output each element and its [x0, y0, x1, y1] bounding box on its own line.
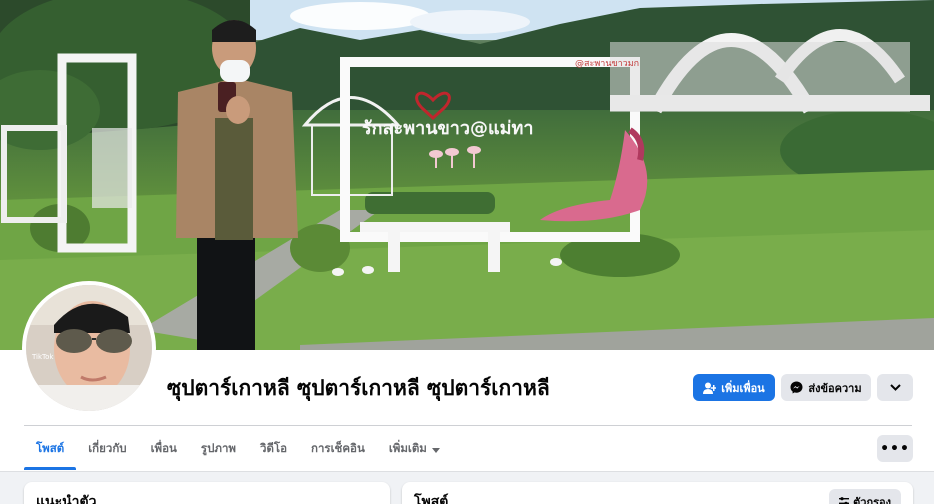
cover-scene: @สะพานขาวมก รักสะพานขาว@แม่ทา — [0, 0, 934, 350]
tab-more[interactable]: เพิ่มเติม — [377, 428, 452, 470]
tab-friends[interactable]: เพื่อน — [139, 428, 189, 470]
intro-title: แนะนำตัว — [36, 494, 97, 504]
tab-checkins[interactable]: การเช็คอิน — [299, 428, 377, 470]
posts-title: โพสต์ — [414, 494, 449, 504]
profile-page: @สะพานขาวมก รักสะพานขาว@แม่ทา TikTok ซุป… — [0, 0, 934, 504]
tab-videos[interactable]: วิดีโอ — [248, 428, 299, 470]
filter-button[interactable]: ตัวกรอง — [829, 489, 901, 504]
add-friend-button[interactable]: เพิ่มเพื่อน — [693, 374, 775, 401]
tab-posts[interactable]: โพสต์ — [24, 428, 77, 470]
caret-down-icon — [431, 442, 440, 456]
avatar[interactable]: TikTok — [22, 281, 156, 415]
profile-tabs: โพสต์ เกี่ยวกับ เพื่อน รูปภาพ วิดีโอ การ… — [24, 428, 452, 470]
cover-photo[interactable]: @สะพานขาวมก รักสะพานขาว@แม่ทา — [0, 0, 934, 350]
tab-label: การเช็คอิน — [311, 441, 365, 455]
avatar-image: TikTok — [26, 285, 152, 411]
cover-sign-main: รักสะพานขาว@แม่ทา — [362, 118, 533, 139]
tab-label: วิดีโอ — [260, 441, 288, 455]
messenger-icon — [790, 381, 803, 394]
intro-card: แนะนำตัว — [24, 482, 390, 504]
more-options-button[interactable]: ••• — [877, 435, 913, 462]
profile-name: ซุปตาร์เกาหลี ซุปตาร์เกาหลี ซุปตาร์เกาหล… — [167, 376, 550, 400]
message-button[interactable]: ส่งข้อความ — [781, 374, 871, 401]
avatar-tag: TikTok — [31, 353, 54, 361]
posts-card: โพสต์ ตัวกรอง — [402, 482, 913, 504]
add-friend-icon — [703, 382, 717, 394]
filter-label: ตัวกรอง — [853, 496, 891, 504]
message-label: ส่งข้อความ — [808, 381, 862, 395]
header-divider — [24, 425, 912, 426]
tab-photos[interactable]: รูปภาพ — [189, 428, 248, 470]
cover-sign-small: @สะพานขาวมก — [575, 59, 639, 69]
tab-label: เพิ่มเติม — [388, 441, 427, 455]
tab-label: เพื่อน — [150, 441, 177, 455]
add-friend-label: เพิ่มเพื่อน — [721, 381, 765, 395]
chevron-down-icon — [889, 384, 901, 391]
more-dots-icon: ••• — [880, 440, 910, 457]
tab-label: รูปภาพ — [200, 441, 236, 455]
tab-label: เกี่ยวกับ — [88, 441, 127, 455]
tab-label: โพสต์ — [36, 441, 65, 455]
profile-options-button[interactable] — [877, 374, 913, 401]
filter-icon — [839, 496, 850, 504]
tab-about[interactable]: เกี่ยวกับ — [76, 428, 138, 470]
